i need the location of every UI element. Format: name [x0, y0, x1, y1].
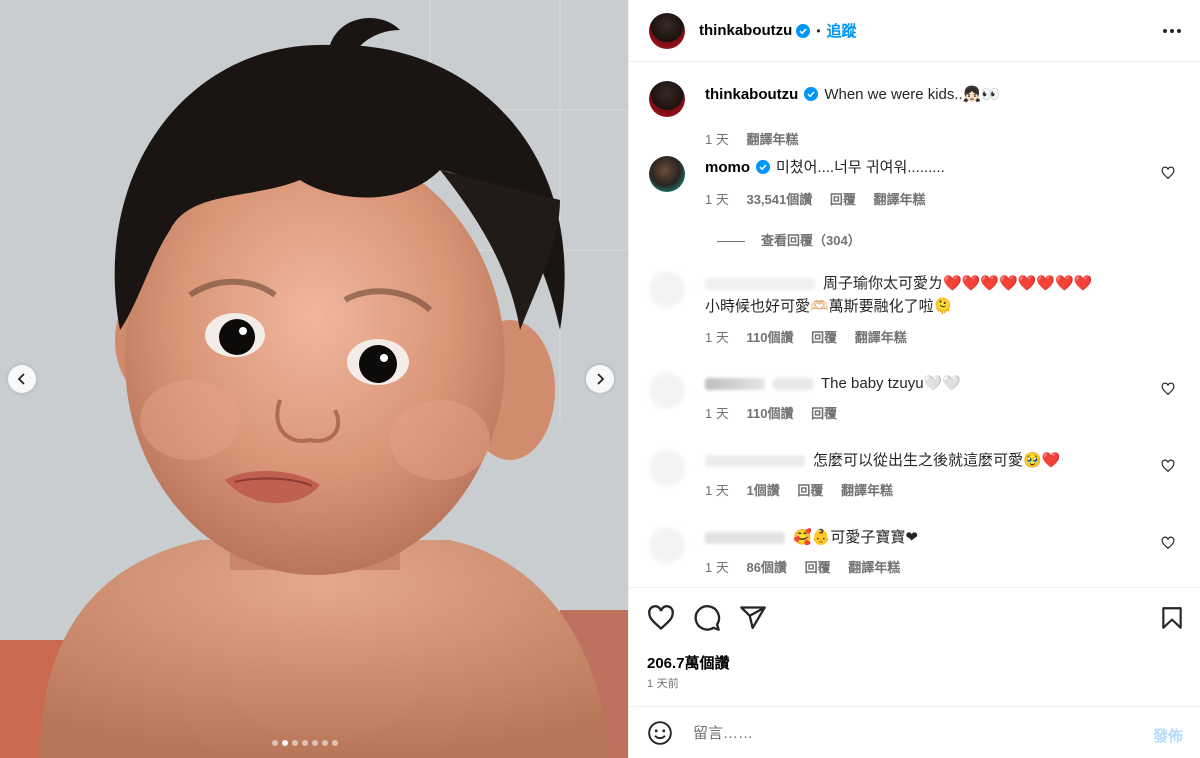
- author-avatar[interactable]: [649, 12, 685, 49]
- commenter-username[interactable]: [705, 532, 785, 545]
- translate-link[interactable]: 翻譯年糕: [855, 330, 907, 345]
- comment-text-line2: 小時候也好可愛🫶🏻萬斯要融化了啦🫠: [705, 298, 953, 315]
- commenter-avatar[interactable]: [649, 156, 685, 192]
- chevron-left-icon: [17, 373, 25, 385]
- follow-button[interactable]: 追蹤: [827, 20, 857, 41]
- verified-icon: [804, 87, 819, 101]
- commenter-username[interactable]: [705, 378, 765, 391]
- carousel-dot: [332, 740, 338, 746]
- carousel-dot: [302, 740, 308, 746]
- heart-icon[interactable]: [647, 604, 675, 632]
- view-replies-link[interactable]: 查看回覆（304）: [717, 230, 861, 249]
- commenter-username[interactable]: momo: [705, 159, 750, 176]
- comment-age: 1 天: [705, 192, 729, 207]
- caption-text: When we were kids..👧🏻👀: [824, 86, 1001, 103]
- comment-age: 1 天: [705, 560, 729, 575]
- author-avatar[interactable]: [649, 81, 685, 117]
- reply-button[interactable]: 回覆: [805, 560, 831, 575]
- heart-icon[interactable]: [1161, 459, 1175, 473]
- verified-icon: [796, 23, 811, 38]
- heart-icon[interactable]: [1161, 536, 1175, 550]
- comment-input[interactable]: [693, 717, 1113, 749]
- reply-button[interactable]: 回覆: [811, 330, 837, 345]
- chevron-right-icon: [597, 373, 605, 385]
- commenter-username-blur: [773, 378, 813, 391]
- translate-link[interactable]: 翻譯年糕: [848, 560, 900, 575]
- baby-photo: [0, 0, 628, 758]
- comment-likes[interactable]: 110個讚: [746, 330, 793, 345]
- comment-item: The baby tzuyu🤍🤍 1 天 110個讚 回覆: [649, 373, 1189, 423]
- reply-button[interactable]: 回覆: [811, 406, 837, 421]
- comment-item: 周子瑜你太可愛ㄌ❤️❤️❤️❤️❤️❤️❤️❤️ 小時候也好可愛🫶🏻萬斯要融化了…: [649, 271, 1189, 349]
- comment-age: 1 天: [705, 330, 729, 345]
- commenter-avatar[interactable]: [649, 373, 685, 409]
- heart-icon[interactable]: [1161, 166, 1175, 180]
- carousel-dot-active: [282, 740, 288, 746]
- header-separator: •: [816, 23, 821, 38]
- action-bar: [629, 590, 1200, 650]
- comment-text: 🥰👶可愛子寶寶❤: [793, 529, 918, 546]
- view-replies-label: 查看回覆（304）: [761, 233, 861, 248]
- comment-icon[interactable]: [693, 604, 721, 632]
- commenter-avatar[interactable]: [649, 450, 685, 486]
- comment-item: 怎麼可以從出生之後就這麼可愛🥹❤️ 1 天 1個讚 回覆 翻譯年糕: [649, 450, 1189, 500]
- caption: thinkaboutzu When we were kids..👧🏻👀 1 天 翻…: [649, 81, 1189, 147]
- carousel-dot: [322, 740, 328, 746]
- comment-text: The baby tzuyu🤍🤍: [821, 375, 961, 392]
- post-header: thinkaboutzu • 追蹤: [629, 0, 1200, 62]
- comment-likes[interactable]: 86個讚: [746, 560, 786, 575]
- comment-text: 미쳤어....너무 귀여워.........: [776, 159, 945, 176]
- comments-list[interactable]: thinkaboutzu When we were kids..👧🏻👀 1 天 翻…: [629, 63, 1200, 588]
- translate-link[interactable]: 翻譯年糕: [841, 483, 893, 498]
- carousel-dot: [312, 740, 318, 746]
- comment-likes[interactable]: 110個讚: [746, 406, 793, 421]
- comment-item: momo 미쳤어....너무 귀여워......... 1 天 33,541個讚 …: [649, 156, 1189, 286]
- post-timestamp[interactable]: 1 天前: [647, 675, 679, 691]
- verified-icon: [756, 160, 770, 174]
- commenter-username[interactable]: [705, 455, 805, 468]
- comment-text: 周子瑜你太可愛ㄌ❤️❤️❤️❤️❤️❤️❤️❤️: [823, 275, 1093, 292]
- bookmark-icon[interactable]: [1159, 604, 1185, 632]
- comment-text: 怎麼可以從出生之後就這麼可愛🥹❤️: [813, 452, 1061, 469]
- instagram-post: thinkaboutzu • 追蹤 thinkaboutzu When we we…: [0, 0, 1200, 758]
- commenter-avatar[interactable]: [649, 271, 685, 307]
- post-sidebar: thinkaboutzu • 追蹤 thinkaboutzu When we we…: [628, 0, 1200, 758]
- post-comment-button[interactable]: 發佈: [1153, 725, 1183, 746]
- comment-item: 🥰👶可愛子寶寶❤ 1 天 86個讚 回覆 翻譯年糕: [649, 527, 1189, 577]
- likes-count[interactable]: 206.7萬個讚: [647, 652, 730, 673]
- comment-age: 1 天: [705, 406, 729, 421]
- comment-age: 1 天: [705, 483, 729, 498]
- comment-likes[interactable]: 33,541個讚: [746, 192, 812, 207]
- carousel-dot: [272, 740, 278, 746]
- heart-icon[interactable]: [1161, 382, 1175, 396]
- comment-likes[interactable]: 1個讚: [746, 483, 779, 498]
- carousel-next-button[interactable]: [586, 365, 614, 393]
- more-icon[interactable]: [1161, 22, 1183, 40]
- caption-username[interactable]: thinkaboutzu: [705, 86, 798, 103]
- carousel-prev-button[interactable]: [8, 365, 36, 393]
- carousel-dot: [292, 740, 298, 746]
- post-media[interactable]: [0, 0, 628, 758]
- share-icon[interactable]: [739, 604, 767, 632]
- author-username[interactable]: thinkaboutzu: [699, 22, 792, 39]
- caption-age: 1 天: [705, 132, 729, 147]
- carousel-indicator: [272, 740, 338, 746]
- comment-composer: 發佈: [629, 706, 1200, 758]
- commenter-username[interactable]: [705, 278, 815, 291]
- reply-button[interactable]: 回覆: [797, 483, 823, 498]
- translate-link[interactable]: 翻譯年糕: [874, 192, 926, 207]
- reply-button[interactable]: 回覆: [830, 192, 856, 207]
- caption-translate-link[interactable]: 翻譯年糕: [746, 132, 798, 147]
- emoji-icon[interactable]: [647, 720, 673, 746]
- commenter-avatar[interactable]: [649, 527, 685, 563]
